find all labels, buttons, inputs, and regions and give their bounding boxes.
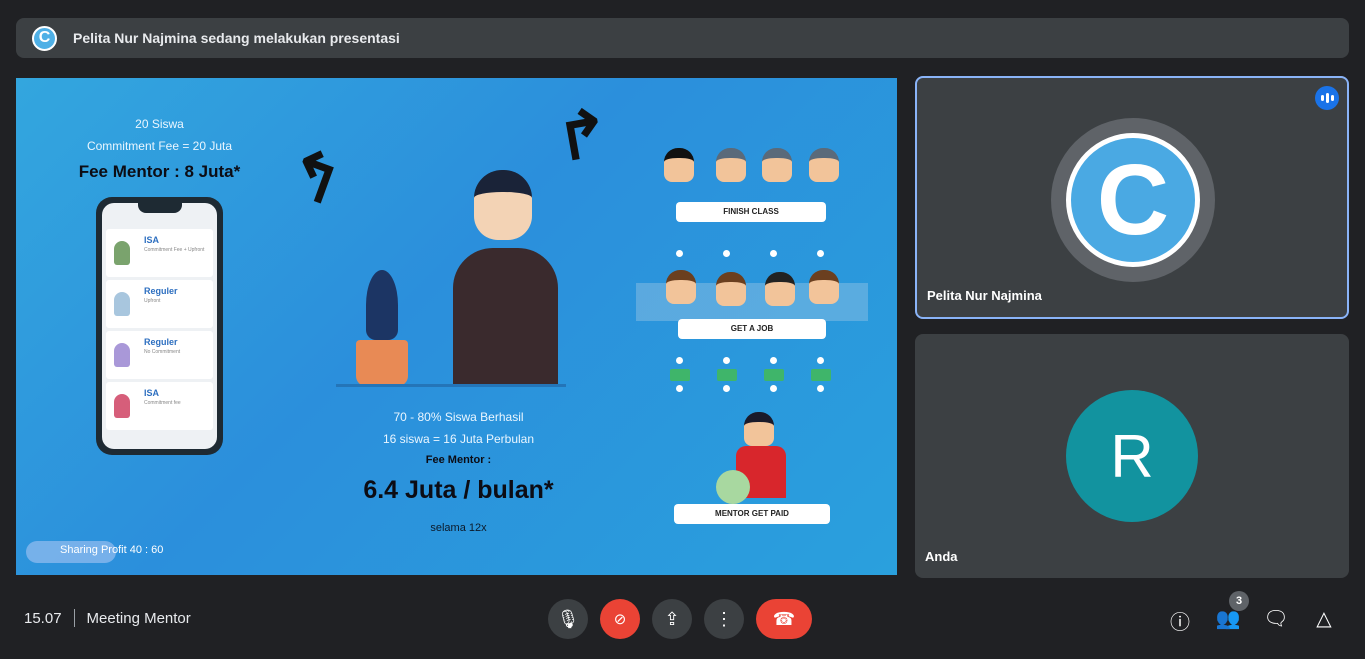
flow-step-mentor-get-paid: MENTOR GET PAID <box>674 504 830 524</box>
info-icon: ⓘ <box>1170 612 1190 634</box>
participant-tile-presenter[interactable]: C Pelita Nur Najmina <box>915 76 1349 319</box>
phone-card: Reguler No Commitment <box>106 331 213 379</box>
present-screen-button[interactable]: ⇪ <box>652 599 692 639</box>
slide-students: 20 Siswa <box>135 117 184 131</box>
participant-name: Anda <box>925 549 958 564</box>
end-call-button[interactable]: ☎ <box>756 599 812 639</box>
more-options-button[interactable]: ⋮ <box>704 599 744 639</box>
self-avatar: R <box>1066 390 1198 522</box>
camera-off-icon: ⊘ <box>613 611 627 628</box>
camera-off-button[interactable]: ⊘ <box>600 599 640 639</box>
presenter-logo-icon: C <box>32 25 57 51</box>
meeting-info: 15.07 Meeting Mentor <box>24 609 191 627</box>
chat-icon: 🗨 <box>1263 608 1289 630</box>
chat-button[interactable]: 🗨 <box>1263 606 1289 631</box>
more-vert-icon: ⋮ <box>715 608 733 629</box>
phone-card: Reguler Upfront <box>106 280 213 328</box>
participant-name: Pelita Nur Najmina <box>927 288 1042 303</box>
presentation-slide: 20 Siswa Commitment Fee = 20 Juta Fee Me… <box>16 78 897 575</box>
phone-mockup: ISA Commitment Fee + Upfront Reguler Upfro… <box>96 197 223 455</box>
presentation-banner: C Pelita Nur Najmina sedang melakukan pr… <box>16 18 1349 58</box>
participant-tile-self[interactable]: R Anda <box>915 334 1349 578</box>
present-icon: ⇪ <box>664 608 680 629</box>
flow-step-get-a-job: GET A JOB <box>678 319 826 339</box>
phone-card: ISA Commitment fee <box>106 382 213 430</box>
flow-step-finish-class: FINISH CLASS <box>676 202 826 222</box>
people-icon: 👥 <box>1215 608 1241 630</box>
banner-text: Pelita Nur Najmina sedang melakukan pres… <box>73 30 400 46</box>
slide-fee-label: Fee Mentor : <box>425 454 492 466</box>
microphone-button[interactable]: 🎙 <box>548 599 588 639</box>
activities-icon: △ <box>1316 608 1332 630</box>
arrow-right-icon: ↱ <box>550 94 616 176</box>
phone-hangup-icon: ☎ <box>772 608 796 629</box>
presenter-avatar: C <box>1051 118 1215 282</box>
slide-fee-value: 6.4 Juta / bulan* <box>363 476 554 504</box>
slide-duration: selama 12x <box>430 522 487 534</box>
meeting-time: 15.07 <box>24 609 62 627</box>
slide-monthly: 16 siswa = 16 Juta Perbulan <box>382 432 535 446</box>
meeting-details-button[interactable]: ⓘ <box>1167 606 1193 635</box>
activities-button[interactable]: △ <box>1311 606 1337 631</box>
slide-footer-text: Sharing Profit 40 : 60 <box>60 544 164 556</box>
participant-count-badge: 3 <box>1229 591 1249 611</box>
meeting-title: Meeting Mentor <box>86 609 191 627</box>
mic-icon: 🎙 <box>556 608 580 629</box>
speaking-indicator-icon <box>1315 86 1339 110</box>
slide-success-rate: 70 - 80% Siswa Berhasil <box>393 410 524 424</box>
phone-card: ISA Commitment Fee + Upfront <box>106 229 213 277</box>
slide-commitment-fee: Commitment Fee = 20 Juta <box>86 139 233 153</box>
slide-fee-mentor: Fee Mentor : 8 Juta* <box>78 162 241 181</box>
